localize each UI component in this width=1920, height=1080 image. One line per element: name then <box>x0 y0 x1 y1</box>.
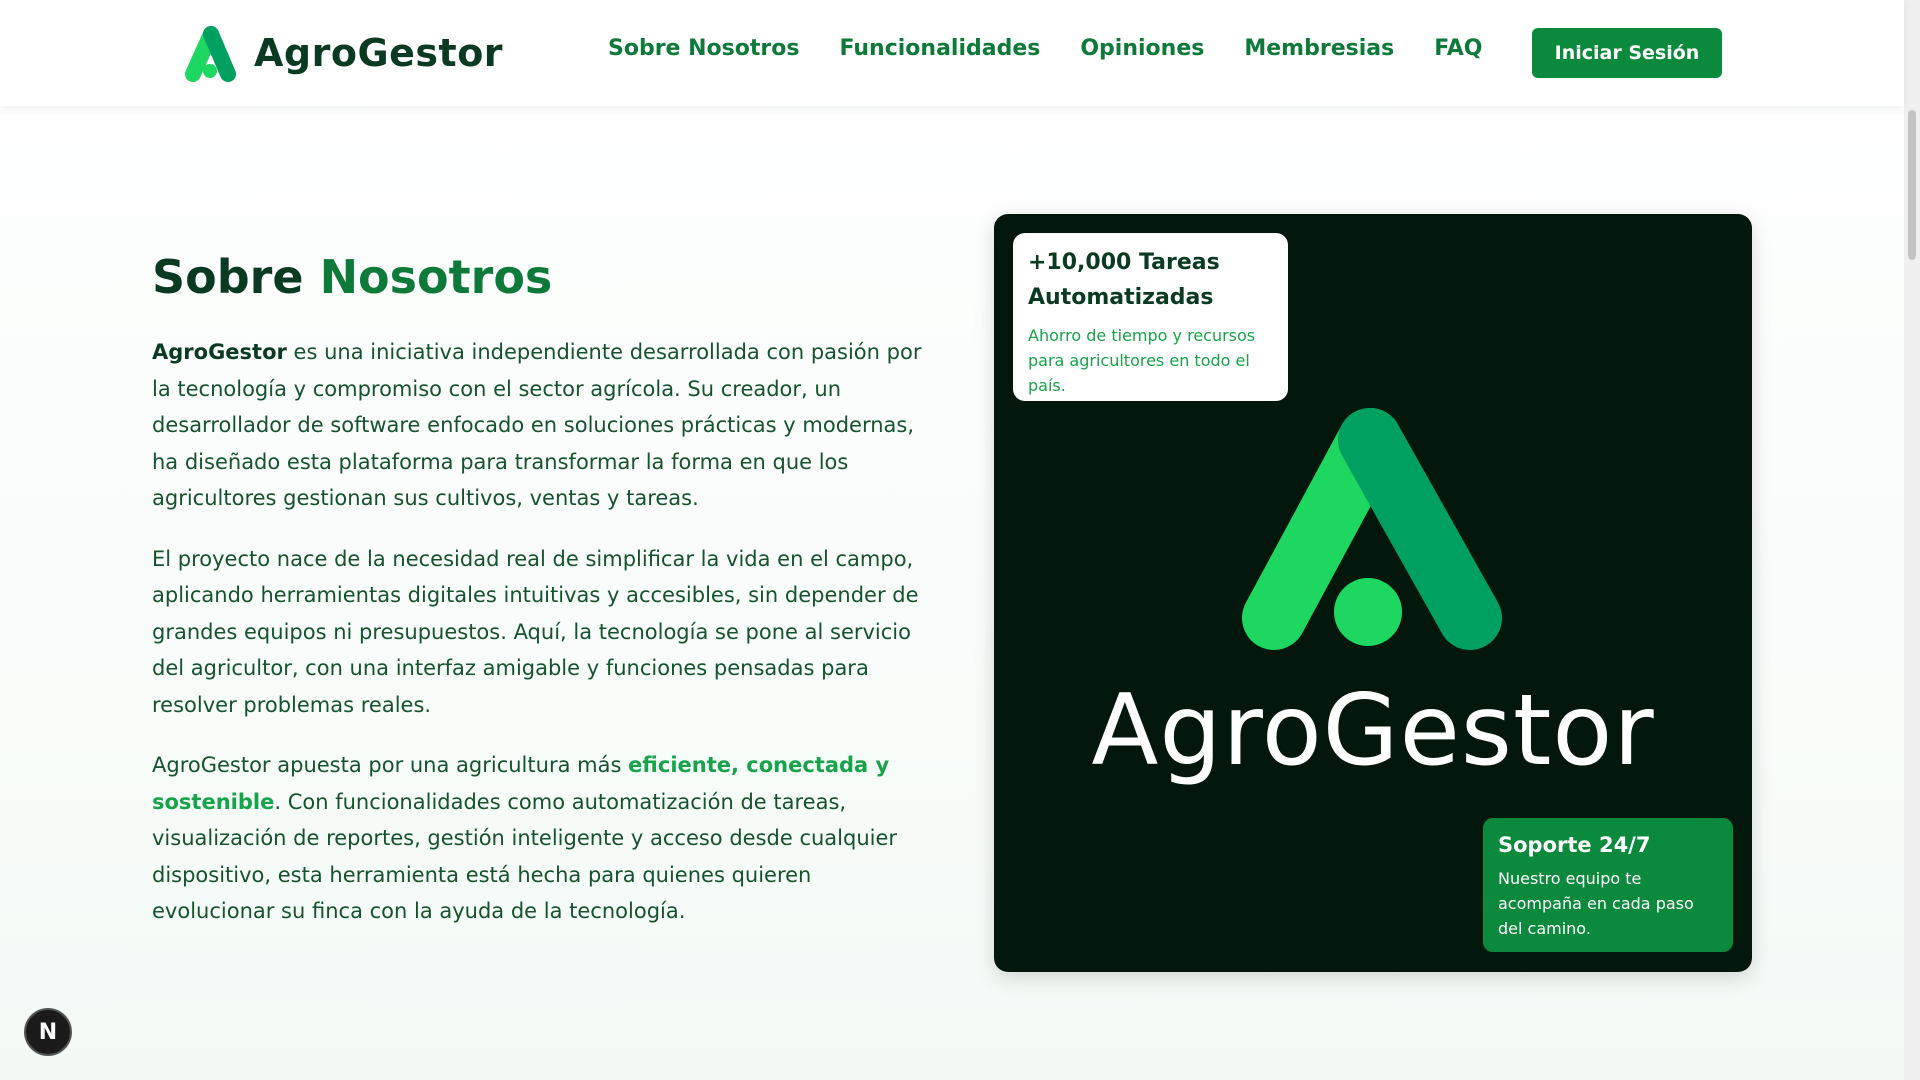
about-title-part1: Sobre <box>152 250 304 304</box>
login-button[interactable]: Iniciar Sesión <box>1532 28 1722 78</box>
about-paragraph-1: AgroGestor es una iniciativa independien… <box>152 334 922 517</box>
brand-showcase-card: AgroGestor +10,000 Tareas Automatizadas … <box>994 214 1752 972</box>
stat-title: +10,000 Tareas Automatizadas <box>1028 250 1220 310</box>
nav-faq[interactable]: FAQ <box>1434 36 1482 61</box>
support-title: Soporte 24/7 <box>1498 833 1651 857</box>
about-title: Sobre Nosotros <box>152 250 552 304</box>
nextjs-icon[interactable]: N <box>24 1008 72 1056</box>
paragraph-1-text: es una iniciativa independiente desarrol… <box>152 340 922 510</box>
about-text: AgroGestor es una iniciativa independien… <box>152 334 922 954</box>
site-header: AgroGestor Sobre Nosotros Funcionalidade… <box>0 0 1904 106</box>
nav-sobre-nosotros[interactable]: Sobre Nosotros <box>608 36 799 61</box>
nav-membresias[interactable]: Membresias <box>1244 36 1394 61</box>
nav-funcionalidades[interactable]: Funcionalidades <box>839 36 1040 61</box>
support-description: Nuestro equipo te acompaña en cada paso … <box>1498 869 1694 938</box>
about-title-accent: Nosotros <box>319 250 553 304</box>
paragraph-3-before: AgroGestor apuesta por una agricultura m… <box>152 753 629 777</box>
card-wordmark: AgroGestor <box>1091 674 1655 788</box>
about-paragraph-2: El proyecto nace de la necesidad real de… <box>152 546 919 717</box>
page-scrollbar[interactable] <box>1904 0 1920 1080</box>
agrogestor-logo-icon <box>1242 408 1502 650</box>
agrogestor-logo-icon <box>185 26 236 82</box>
nav-opiniones[interactable]: Opiniones <box>1080 36 1204 61</box>
stat-box: +10,000 Tareas Automatizadas Ahorro de t… <box>1013 233 1288 401</box>
brand-link[interactable]: AgroGestor <box>180 24 503 82</box>
brand-name: AgroGestor <box>254 31 504 75</box>
stat-description: Ahorro de tiempo y recursos para agricul… <box>1028 326 1256 395</box>
scrollbar-thumb[interactable] <box>1908 110 1916 260</box>
support-box: Soporte 24/7 Nuestro equipo te acompaña … <box>1483 818 1733 952</box>
about-paragraph-3: AgroGestor apuesta por una agricultura m… <box>152 747 922 930</box>
main-nav: Sobre Nosotros Funcionalidades Opiniones… <box>608 36 1482 61</box>
brand-mention: AgroGestor <box>152 340 287 364</box>
